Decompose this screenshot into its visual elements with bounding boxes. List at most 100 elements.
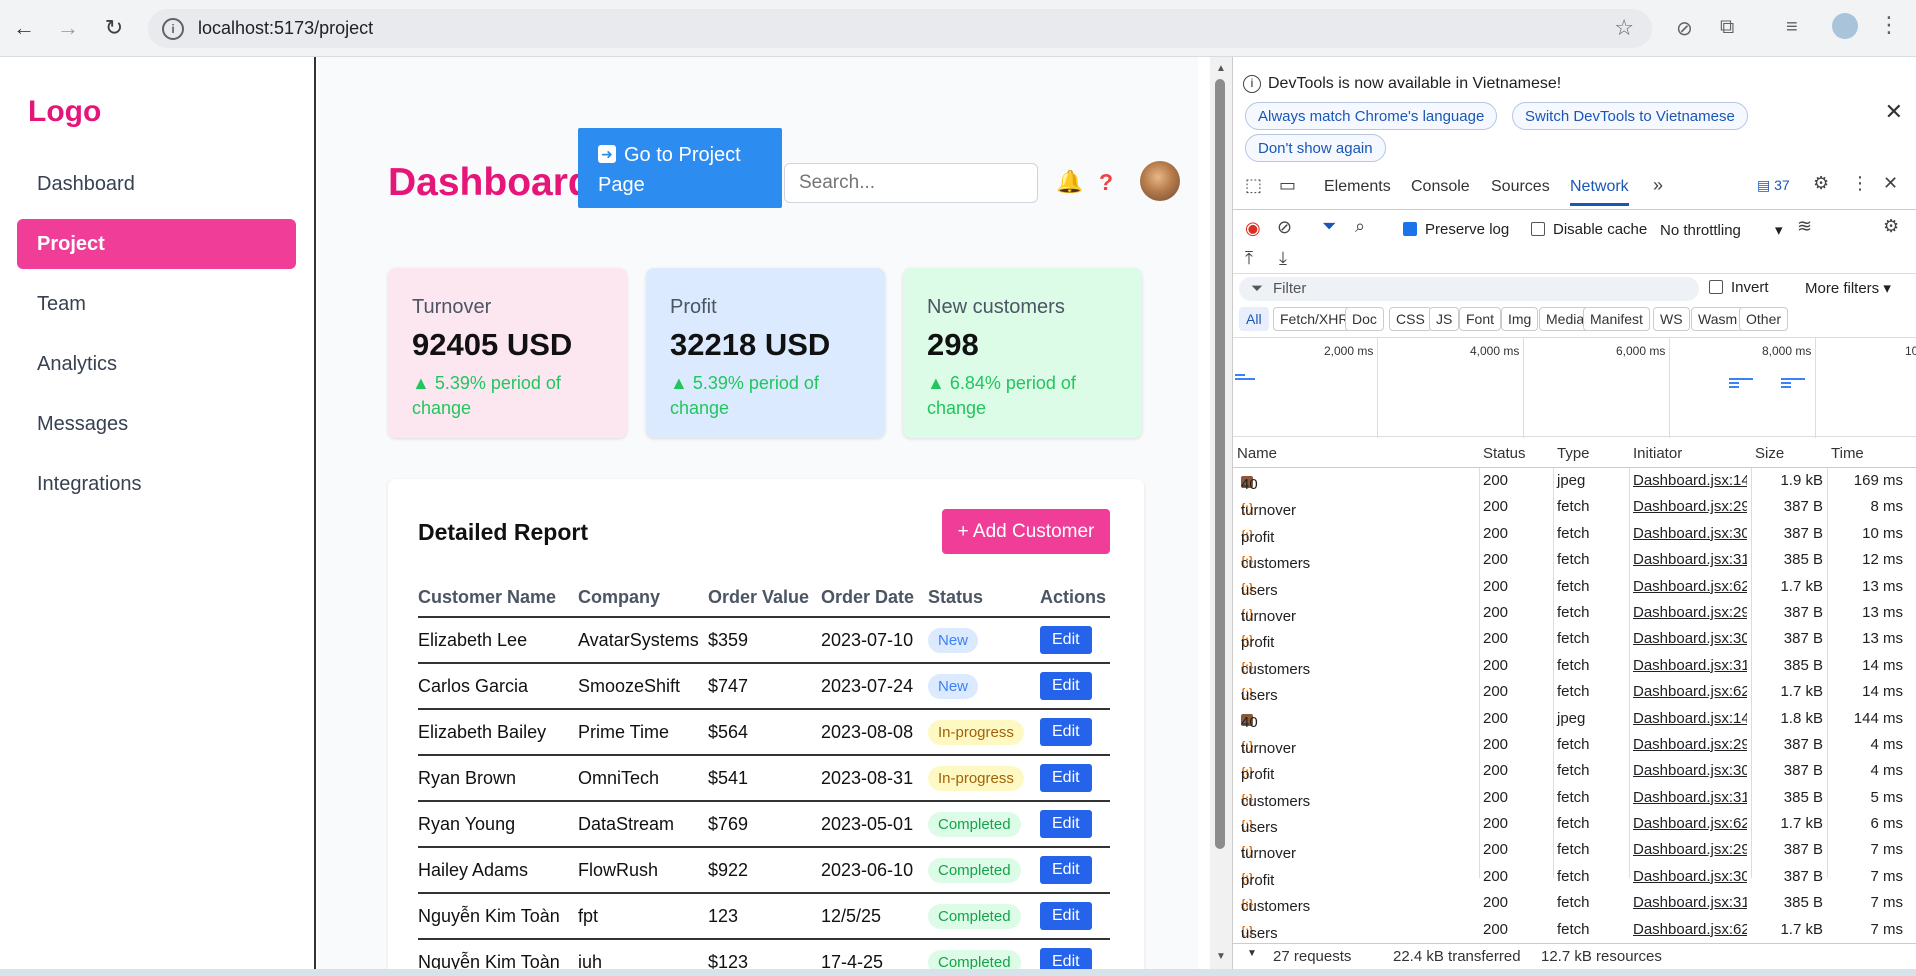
- tab-elements[interactable]: Elements: [1324, 178, 1391, 196]
- puzzle-icon[interactable]: ⧉: [1720, 16, 1734, 39]
- sidebar-item-analytics[interactable]: Analytics: [17, 339, 296, 389]
- clear-icon[interactable]: ⊘: [1277, 217, 1292, 238]
- request-initiator[interactable]: Dashboard.jsx:31: [1633, 657, 1747, 674]
- request-initiator[interactable]: Dashboard.jsx:30: [1633, 525, 1747, 542]
- media-icon[interactable]: ≡: [1786, 16, 1798, 39]
- inspect-icon[interactable]: ⬚: [1245, 175, 1262, 196]
- sidebar-item-messages[interactable]: Messages: [17, 399, 296, 449]
- sidebar-item-project[interactable]: Project: [17, 219, 296, 269]
- invert-checkbox[interactable]: Invert: [1709, 279, 1769, 296]
- network-request-row[interactable]: {;} turnover 200 fetch Dashboard.jsx:29 387 …: [1233, 732, 1916, 758]
- network-request-row[interactable]: {;} customers 200 fetch Dashboard.jsx:31 385…: [1233, 547, 1916, 573]
- type-filter-all[interactable]: All: [1239, 307, 1269, 331]
- preserve-log-checkbox[interactable]: Preserve log: [1403, 221, 1509, 238]
- col-company[interactable]: Company: [578, 579, 708, 618]
- search-icon[interactable]: ⌕: [1355, 216, 1365, 237]
- network-request-row[interactable]: {;} turnover 200 fetch Dashboard.jsx:29 387 …: [1233, 600, 1916, 626]
- request-initiator[interactable]: Dashboard.jsx:29: [1633, 604, 1747, 621]
- request-initiator[interactable]: Dashboard.jsx:29: [1633, 736, 1747, 753]
- network-request-row[interactable]: {;} users 200 fetch Dashboard.jsx:62 1.7 kB 1…: [1233, 574, 1916, 600]
- col-order-date[interactable]: Order Date: [821, 579, 928, 618]
- edit-button[interactable]: Edit: [1040, 856, 1092, 884]
- browser-menu-icon[interactable]: ⋮: [1878, 12, 1900, 38]
- tab-network[interactable]: Network: [1570, 178, 1629, 206]
- col-status[interactable]: Status: [1483, 445, 1526, 462]
- col-type[interactable]: Type: [1557, 445, 1590, 462]
- profile-avatar[interactable]: [1832, 13, 1858, 39]
- network-request-row[interactable]: {;} turnover 200 fetch Dashboard.jsx:29 387 …: [1233, 494, 1916, 520]
- help-icon[interactable]: ?: [1099, 169, 1113, 196]
- devtools-menu-icon[interactable]: ⋮: [1851, 173, 1869, 194]
- request-initiator[interactable]: Dashboard.jsx:30: [1633, 868, 1747, 885]
- request-initiator[interactable]: Dashboard.jsx:62: [1633, 683, 1747, 700]
- col-size[interactable]: Size: [1755, 445, 1784, 462]
- request-initiator[interactable]: Dashboard.jsx:31: [1633, 894, 1747, 911]
- network-request-row[interactable]: {;} customers 200 fetch Dashboard.jsx:31 385…: [1233, 890, 1916, 916]
- tab-console[interactable]: Console: [1411, 178, 1470, 196]
- network-request-row[interactable]: {;} profit 200 fetch Dashboard.jsx:30 387 B4…: [1233, 758, 1916, 784]
- edit-button[interactable]: Edit: [1040, 672, 1092, 700]
- device-toggle-icon[interactable]: ▭: [1279, 175, 1296, 196]
- network-settings-icon[interactable]: ⚙: [1883, 216, 1899, 237]
- page-scrollbar[interactable]: ▲ ▼: [1210, 57, 1232, 969]
- record-icon[interactable]: ◉: [1245, 218, 1261, 239]
- network-request-row[interactable]: {;} profit 200 fetch Dashboard.jsx:30 387 B1…: [1233, 626, 1916, 652]
- col-time[interactable]: Time: [1831, 445, 1864, 462]
- col-actions[interactable]: Actions: [1040, 579, 1110, 618]
- match-language-button[interactable]: Always match Chrome's language: [1245, 102, 1498, 130]
- close-devtools-icon[interactable]: ✕: [1883, 173, 1898, 194]
- request-initiator[interactable]: Dashboard.jsx:31: [1633, 789, 1747, 806]
- col-name[interactable]: Name: [1237, 445, 1277, 462]
- edit-button[interactable]: Edit: [1040, 902, 1092, 930]
- network-request-row[interactable]: {;} profit 200 fetch Dashboard.jsx:30 387 B7…: [1233, 864, 1916, 890]
- type-filter-wasm[interactable]: Wasm: [1691, 307, 1745, 331]
- network-request-row[interactable]: {;} customers 200 fetch Dashboard.jsx:31 385…: [1233, 653, 1916, 679]
- forward-icon[interactable]: →: [54, 14, 82, 42]
- request-initiator[interactable]: Dashboard.jsx:140: [1633, 472, 1747, 489]
- scroll-down-icon[interactable]: ▼: [1216, 951, 1226, 962]
- scroll-up-icon[interactable]: ▲: [1216, 63, 1226, 74]
- network-request-row[interactable]: 40 200 jpeg Dashboard.jsx:140 1.9 kB 169 ms: [1233, 468, 1916, 494]
- site-info-icon[interactable]: i: [162, 17, 184, 40]
- request-initiator[interactable]: Dashboard.jsx:62: [1633, 815, 1747, 832]
- type-filter-img[interactable]: Img: [1501, 307, 1539, 331]
- type-filter-fetchxhr[interactable]: Fetch/XHR: [1273, 307, 1356, 331]
- bookmark-star-icon[interactable]: ☆: [1614, 15, 1634, 41]
- go-to-project-button[interactable]: ➜ Go to Project Page: [578, 128, 782, 208]
- network-conditions-icon[interactable]: ≋: [1797, 216, 1812, 237]
- col-order-value[interactable]: Order Value: [708, 579, 821, 618]
- network-request-row[interactable]: 40 200 jpeg Dashboard.jsx:140 1.8 kB 144 ms: [1233, 706, 1916, 732]
- request-initiator[interactable]: Dashboard.jsx:29: [1633, 841, 1747, 858]
- col-initiator[interactable]: Initiator: [1633, 445, 1682, 462]
- col-customer-name[interactable]: Customer Name: [418, 579, 578, 618]
- edit-button[interactable]: Edit: [1040, 948, 1092, 969]
- back-icon[interactable]: ←: [10, 14, 38, 42]
- more-filters-dropdown[interactable]: More filters ▾: [1805, 279, 1891, 297]
- network-request-row[interactable]: {;} turnover 200 fetch Dashboard.jsx:29 387 …: [1233, 837, 1916, 863]
- more-tabs-icon[interactable]: »: [1653, 175, 1663, 196]
- sidebar-item-dashboard[interactable]: Dashboard: [17, 159, 296, 209]
- request-initiator[interactable]: Dashboard.jsx:29: [1633, 498, 1747, 515]
- edit-button[interactable]: Edit: [1040, 718, 1092, 746]
- type-filter-js[interactable]: JS: [1429, 307, 1460, 331]
- request-initiator[interactable]: Dashboard.jsx:140: [1633, 710, 1747, 727]
- import-har-icon[interactable]: ⤒: [1245, 248, 1253, 269]
- scrollbar-thumb[interactable]: [1215, 79, 1225, 849]
- address-bar[interactable]: i localhost:5173/project ☆: [148, 9, 1652, 48]
- search-input[interactable]: [784, 163, 1038, 203]
- disable-cache-checkbox[interactable]: Disable cache: [1531, 221, 1647, 238]
- edit-button[interactable]: Edit: [1040, 626, 1092, 654]
- bell-icon[interactable]: 🔔: [1056, 169, 1083, 195]
- request-initiator[interactable]: Dashboard.jsx:62: [1633, 921, 1747, 938]
- edit-button[interactable]: Edit: [1040, 764, 1092, 792]
- network-request-row[interactable]: {;} customers 200 fetch Dashboard.jsx:31 385…: [1233, 785, 1916, 811]
- add-customer-button[interactable]: + Add Customer: [942, 509, 1110, 554]
- edit-button[interactable]: Edit: [1040, 810, 1092, 838]
- switch-vietnamese-button[interactable]: Switch DevTools to Vietnamese: [1512, 102, 1748, 130]
- extension-icon[interactable]: ⊘: [1676, 16, 1693, 41]
- type-filter-doc[interactable]: Doc: [1345, 307, 1384, 331]
- network-request-row[interactable]: {;} users 200 fetch Dashboard.jsx:62 1.7 kB 1…: [1233, 679, 1916, 705]
- request-initiator[interactable]: Dashboard.jsx:62: [1633, 578, 1747, 595]
- request-initiator[interactable]: Dashboard.jsx:31: [1633, 551, 1747, 568]
- col-status[interactable]: Status: [928, 579, 1040, 618]
